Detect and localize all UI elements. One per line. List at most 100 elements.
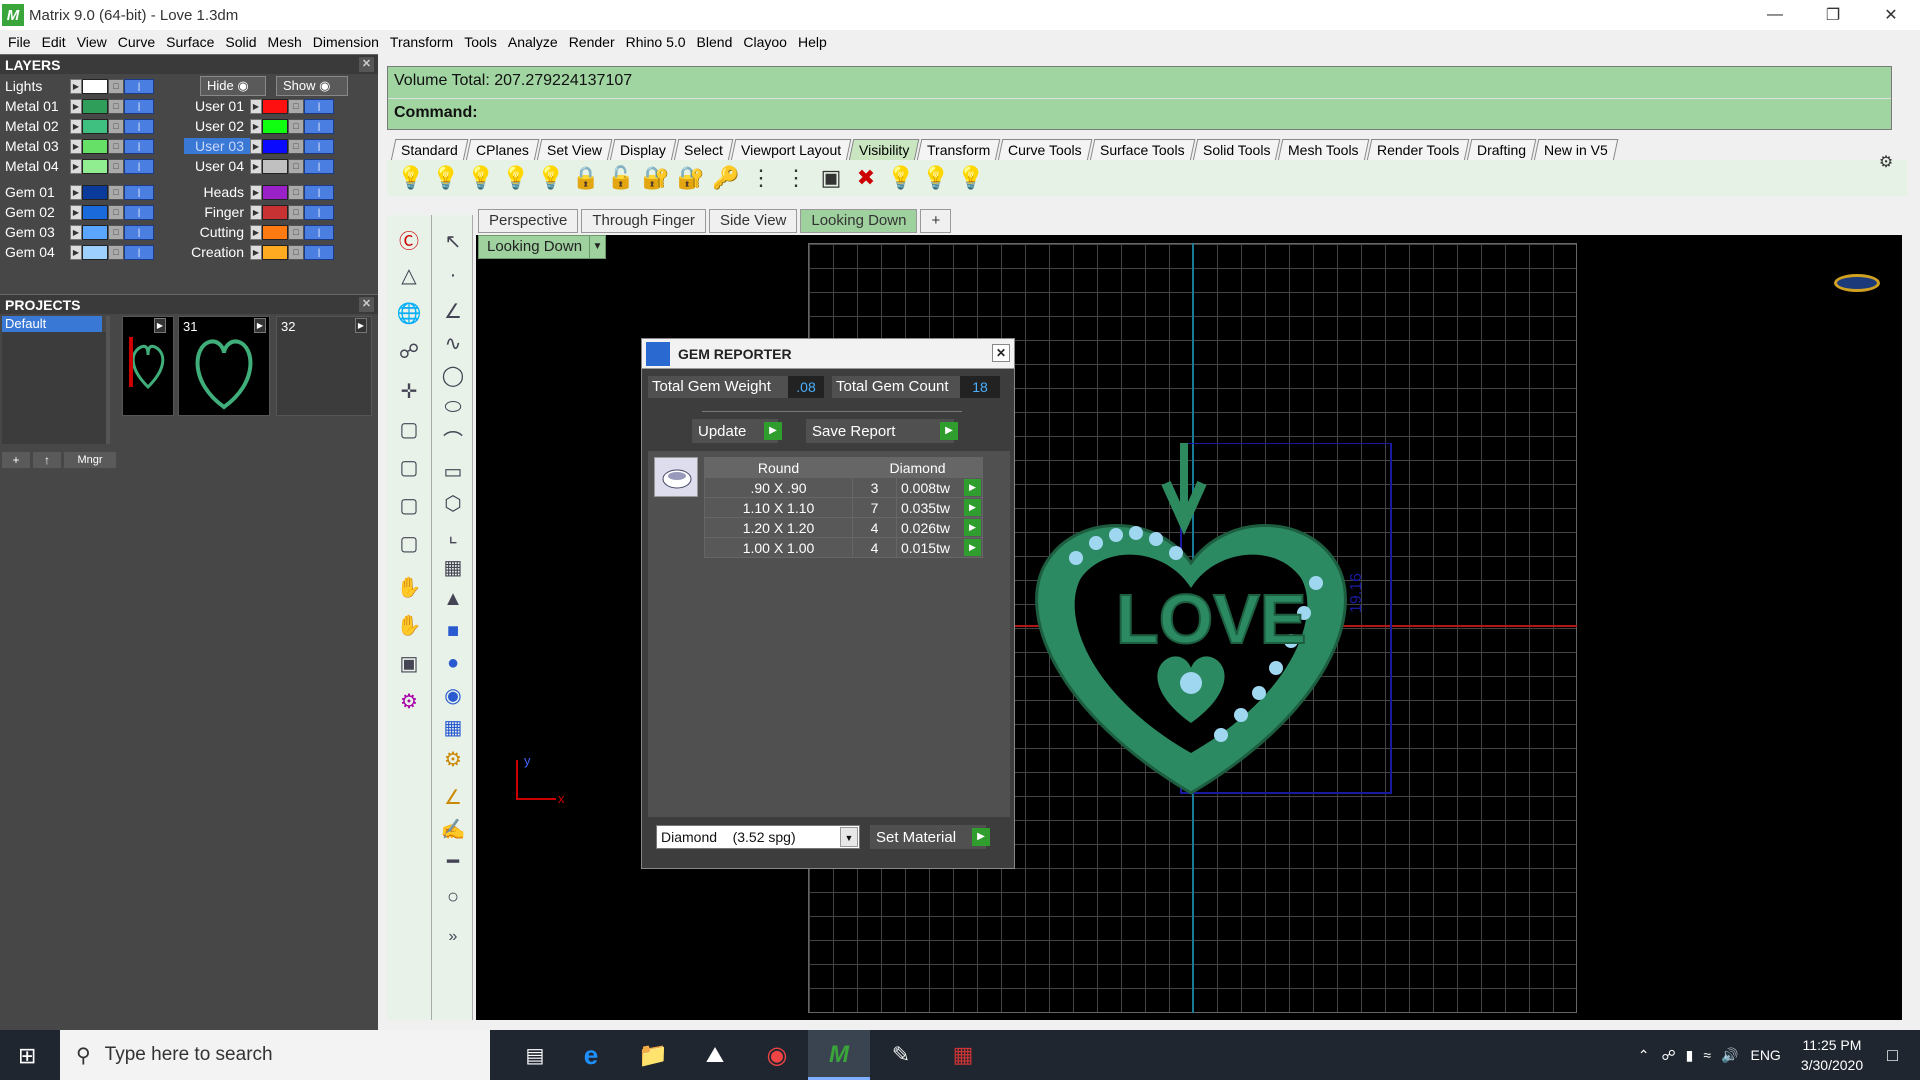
ellipse-icon[interactable]: ⬭ [437, 391, 469, 423]
hand-icon[interactable]: ✋ [393, 571, 425, 603]
analyze-icon[interactable]: ○ [437, 881, 469, 913]
menu-clayoo[interactable]: Clayoo [743, 34, 787, 50]
layer-row[interactable]: Metal 04 ▶ □ | [0, 156, 154, 176]
menu-mesh[interactable]: Mesh [268, 34, 302, 50]
layer-name[interactable]: Metal 04 [0, 158, 70, 174]
layer-lock-icon[interactable]: □ [288, 98, 304, 114]
layer-color-swatch[interactable] [82, 224, 108, 240]
lock-multi-icon[interactable]: 🔑 [712, 164, 740, 192]
hide-button[interactable]: Hide ◉ [200, 76, 266, 96]
tab-drafting[interactable]: Drafting [1466, 139, 1537, 161]
circle-icon[interactable]: ◯ [437, 359, 469, 391]
ruler-icon[interactable]: ━ [437, 845, 469, 877]
layer-visible-icon[interactable]: | [304, 184, 334, 200]
layer-row[interactable]: Heads ▶ □ | [184, 182, 334, 202]
tray-network-icon[interactable]: ☍ [1661, 1047, 1675, 1064]
layer-row[interactable]: Finger ▶ □ | [184, 202, 334, 222]
layer-visible-icon[interactable]: | [124, 204, 154, 220]
tab-viewport-layout[interactable]: Viewport Layout [730, 139, 852, 161]
menu-transform[interactable]: Transform [390, 34, 453, 50]
layer-row[interactable]: Gem 01 ▶ □ | [0, 182, 154, 202]
bulb-red-icon[interactable]: 💡 [887, 164, 915, 192]
layer-lock-icon[interactable]: □ [288, 138, 304, 154]
tray-clock[interactable]: 11:25 PM 3/30/2020 [1801, 1035, 1863, 1075]
menu-rhino-5-0[interactable]: Rhino 5.0 [626, 34, 686, 50]
tab-standard[interactable]: Standard [390, 139, 469, 161]
layer-visible-icon[interactable]: | [304, 158, 334, 174]
mesh-icon[interactable]: ▦ [437, 711, 469, 743]
layer-visible-icon[interactable]: | [124, 158, 154, 174]
gem-row-play-icon[interactable]: ▶ [964, 499, 981, 516]
tab-surface-tools[interactable]: Surface Tools [1089, 139, 1195, 161]
project-scrollbar[interactable] [106, 316, 110, 444]
layer-name[interactable]: Metal 02 [0, 118, 70, 134]
lights-arrow-icon[interactable]: ▶ [70, 78, 82, 94]
layer-visible-icon[interactable]: | [124, 184, 154, 200]
viewport-tab-perspective[interactable]: Perspective [478, 209, 579, 233]
layer-name[interactable]: Heads [184, 184, 250, 200]
restore-button[interactable]: ❐ [1804, 0, 1862, 30]
tab-mesh-tools[interactable]: Mesh Tools [1277, 139, 1369, 161]
layer-color-swatch[interactable] [82, 98, 108, 114]
lights-lock-icon[interactable]: □ [108, 78, 124, 94]
layer-name[interactable]: User 04 [184, 158, 250, 174]
layer-row[interactable]: User 02 ▶ □ | [184, 116, 334, 136]
layer-color-swatch[interactable] [82, 244, 108, 260]
layer-visible-icon[interactable]: | [304, 98, 334, 114]
layer-lock-icon[interactable]: □ [288, 158, 304, 174]
layer-color-swatch[interactable] [82, 158, 108, 174]
menu-view[interactable]: View [77, 34, 107, 50]
layer-arrow-icon[interactable]: ▶ [70, 184, 82, 200]
layer-visible-icon[interactable]: | [304, 224, 334, 240]
layer-color-swatch[interactable] [82, 138, 108, 154]
show-button[interactable]: Show ◉ [276, 76, 348, 96]
tab-curve-tools[interactable]: Curve Tools [997, 139, 1093, 161]
menu-curve[interactable]: Curve [118, 34, 155, 50]
manager-button[interactable]: Mngr [64, 452, 116, 468]
project-thumb-30[interactable] [122, 316, 174, 416]
layer-name[interactable]: User 03 [184, 138, 250, 154]
layer-name[interactable]: Finger [184, 204, 250, 220]
layers-close-icon[interactable]: ✕ [359, 57, 374, 72]
layer-row[interactable]: Metal 02 ▶ □ | [0, 116, 154, 136]
axis-icon[interactable]: △ [393, 259, 425, 291]
tab-visibility[interactable]: Visibility [848, 139, 920, 161]
projects-close-icon[interactable]: ✕ [359, 297, 374, 312]
layer-name[interactable]: Metal 03 [0, 138, 70, 154]
menu-dimension[interactable]: Dimension [313, 34, 379, 50]
layer-arrow-icon[interactable]: ▶ [250, 224, 262, 240]
gem-reporter-close-icon[interactable]: ✕ [992, 344, 1010, 362]
layer-arrow-icon[interactable]: ▶ [250, 158, 262, 174]
layer-color-swatch[interactable] [82, 118, 108, 134]
command-prompt[interactable]: Command: [388, 98, 1891, 129]
layer-arrow-icon[interactable]: ▶ [70, 204, 82, 220]
taskbar-search[interactable]: ⚲ Type here to search [60, 1030, 490, 1080]
tab-cplanes[interactable]: CPlanes [465, 139, 540, 161]
layer-row[interactable]: Metal 03 ▶ □ | [0, 136, 154, 156]
tray-language[interactable]: ENG [1750, 1047, 1780, 1063]
surface-icon[interactable]: ▦ [437, 551, 469, 583]
material-select[interactable]: Diamond (3.52 spg) ▼ [656, 825, 860, 849]
layer-color-swatch[interactable] [82, 184, 108, 200]
box3-icon[interactable]: ▢ [393, 489, 425, 521]
layer-lock-icon[interactable]: □ [108, 204, 124, 220]
layer-lock-icon[interactable]: □ [108, 244, 124, 260]
app-icon-2[interactable]: ✎ [870, 1042, 932, 1068]
box4-icon[interactable]: ▢ [393, 527, 425, 559]
rectangle-icon[interactable]: ▭ [437, 455, 469, 487]
delete-hidden-icon[interactable]: ✖ [852, 164, 880, 192]
save-report-button[interactable]: Save Report ▶ [806, 419, 958, 443]
lightbulb-hide-icon[interactable]: 💡 [467, 164, 495, 192]
layer-name[interactable]: User 02 [184, 118, 250, 134]
transform-gear-icon[interactable]: ⚙ [437, 743, 469, 775]
point-icon[interactable]: · [437, 259, 469, 291]
thumb-31-arrow-icon[interactable]: ▶ [254, 318, 266, 333]
polygon-icon[interactable]: ⬡ [437, 487, 469, 519]
fillet-icon[interactable]: ⌞ [437, 519, 469, 551]
layer-name[interactable]: Creation [184, 244, 250, 260]
view-cube-icon[interactable] [1834, 274, 1880, 292]
layer-visible-icon[interactable]: | [304, 138, 334, 154]
hand2-icon[interactable]: ✋ [393, 609, 425, 641]
layer-visible-icon[interactable]: | [124, 224, 154, 240]
gem-row-play-icon[interactable]: ▶ [964, 519, 981, 536]
